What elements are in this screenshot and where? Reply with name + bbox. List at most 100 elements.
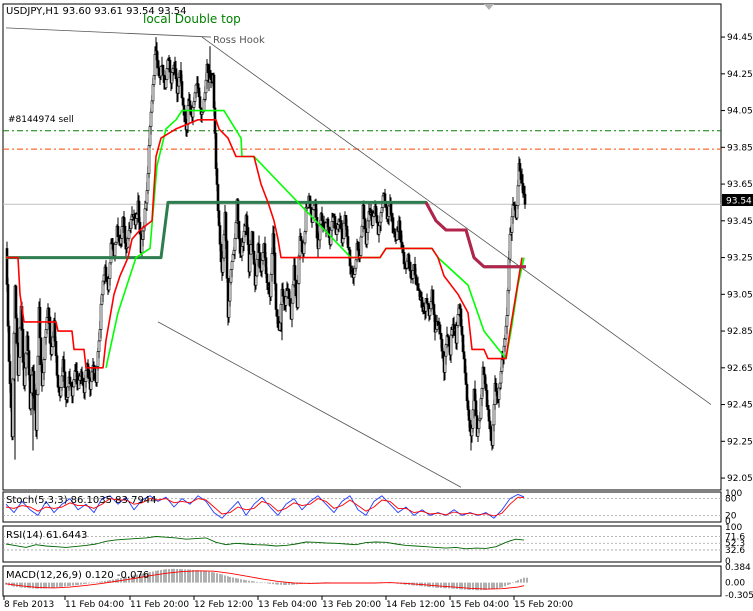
y-tick-label: 92.65 bbox=[727, 364, 753, 374]
candle-body bbox=[164, 79, 168, 89]
candle-body bbox=[455, 325, 459, 344]
candle-body bbox=[311, 209, 315, 223]
x-tick-label: 15 Feb 04:00 bbox=[450, 600, 509, 610]
macd-histogram-bar bbox=[69, 582, 71, 586]
candle-body bbox=[508, 233, 512, 260]
macd-histogram-bar bbox=[259, 582, 261, 583]
rsi-pane-frame bbox=[2, 525, 722, 563]
candle-body bbox=[506, 289, 510, 316]
y-tick-label: 92.25 bbox=[727, 437, 753, 447]
macd-histogram-bar bbox=[93, 582, 95, 584]
candle-body bbox=[273, 252, 277, 285]
ross-hook-annotation: Ross Hook bbox=[213, 35, 265, 46]
candle-body bbox=[507, 258, 511, 291]
rsi-title: RSI(14) 61.6443 bbox=[6, 530, 87, 541]
y-tick-label: 93.45 bbox=[727, 217, 753, 227]
macd-histogram-bar bbox=[237, 578, 239, 583]
macd-histogram-bar bbox=[155, 570, 157, 583]
chart-shift-marker-icon[interactable] bbox=[484, 4, 494, 10]
candle-body bbox=[166, 59, 170, 69]
candle-body bbox=[431, 289, 435, 305]
macd-histogram-bar bbox=[197, 570, 199, 583]
candle-body bbox=[234, 222, 238, 239]
candle-body bbox=[297, 255, 301, 284]
macd-histogram-bar bbox=[240, 579, 242, 583]
x-tick-label: 14 Feb 12:00 bbox=[386, 600, 445, 610]
candle-body bbox=[523, 193, 527, 205]
macd-histogram-bar bbox=[283, 582, 285, 585]
macd-histogram-bar bbox=[509, 582, 511, 585]
x-tick-label: 13 Feb 20:00 bbox=[322, 600, 381, 610]
macd-histogram-bar bbox=[61, 582, 63, 587]
macd-histogram-bar bbox=[227, 576, 229, 583]
macd-histogram-bar bbox=[163, 569, 165, 583]
candle-body bbox=[456, 313, 460, 326]
candle-body bbox=[71, 386, 75, 397]
candle-body bbox=[63, 371, 67, 388]
macd-histogram-bar bbox=[243, 579, 245, 583]
y-tick-label: 94.05 bbox=[727, 107, 753, 117]
macd-histogram-bar bbox=[264, 582, 266, 584]
macd-title: MACD(12,26,9) 0.120 -0.076 bbox=[6, 570, 149, 581]
macd-histogram-bar bbox=[459, 582, 461, 590]
macd-histogram-bar bbox=[515, 581, 517, 583]
macd-histogram-bar bbox=[96, 582, 98, 583]
candle-body bbox=[359, 236, 363, 256]
candle-body bbox=[6, 284, 10, 327]
macd-histogram-bar bbox=[499, 582, 501, 588]
y-tick-label: 93.25 bbox=[727, 254, 753, 264]
candle-body bbox=[346, 236, 350, 248]
trend-line[interactable] bbox=[5, 27, 212, 38]
macd-histogram-bar bbox=[88, 582, 90, 584]
macd-histogram-bar bbox=[472, 582, 474, 591]
x-tick-label: 15 Feb 20:00 bbox=[514, 600, 573, 610]
stoch-title: Stoch(5,3,3) 86.1035 83.7944 bbox=[6, 495, 157, 506]
y-tick-label: 92.05 bbox=[727, 474, 753, 484]
candle-body bbox=[219, 243, 223, 263]
macd-histogram-bar bbox=[72, 582, 74, 586]
candle-body bbox=[248, 253, 252, 273]
macd-histogram-bar bbox=[501, 582, 503, 588]
macd-histogram-bar bbox=[232, 577, 234, 583]
candle-body bbox=[108, 262, 112, 279]
candle-body bbox=[228, 281, 232, 302]
macd-histogram-bar bbox=[24, 582, 26, 588]
candle-body bbox=[17, 356, 21, 376]
x-tick-label: 11 Feb 04:00 bbox=[65, 600, 124, 610]
y-tick-label: 93.65 bbox=[727, 180, 753, 190]
y-tick-label: 92.45 bbox=[727, 401, 753, 411]
candle-body bbox=[99, 303, 103, 330]
trend-line[interactable] bbox=[157, 321, 462, 488]
candle-body bbox=[62, 359, 66, 373]
macd-histogram-bar bbox=[168, 569, 170, 583]
macd-histogram-bar bbox=[173, 568, 175, 583]
candle-body bbox=[215, 168, 219, 185]
macd-histogram-bar bbox=[32, 582, 34, 589]
macd-histogram-bar bbox=[200, 570, 202, 583]
candle-body bbox=[165, 68, 169, 80]
candle-body bbox=[149, 111, 153, 127]
candle-body bbox=[438, 324, 442, 334]
candle-body bbox=[8, 361, 12, 385]
macd-histogram-bar bbox=[523, 577, 525, 583]
macd-histogram-bar bbox=[235, 578, 237, 583]
candle-body bbox=[218, 225, 222, 245]
macd-histogram-bar bbox=[251, 581, 253, 583]
macd-histogram-bar bbox=[195, 570, 197, 583]
macd-histogram-bar bbox=[229, 576, 231, 583]
macd-histogram-bar bbox=[269, 582, 271, 584]
macd-histogram-bar bbox=[216, 573, 218, 583]
candle-body bbox=[326, 218, 330, 228]
macd-histogram-bar bbox=[152, 571, 154, 583]
rsi-tick-label: 100 bbox=[725, 523, 742, 533]
macd-histogram-bar bbox=[512, 582, 514, 584]
candle-body bbox=[177, 77, 181, 87]
x-tick-label: 13 Feb 04:00 bbox=[258, 600, 317, 610]
x-tick-label: 11 Feb 20:00 bbox=[130, 600, 189, 610]
double-top-annotation: local Double top bbox=[143, 12, 241, 26]
macd-histogram-bar bbox=[491, 582, 493, 590]
macd-histogram-bar bbox=[526, 577, 528, 583]
macd-histogram-bar bbox=[467, 582, 469, 590]
stoch-tick-label: 80 bbox=[725, 495, 737, 505]
candle-body bbox=[296, 283, 300, 308]
